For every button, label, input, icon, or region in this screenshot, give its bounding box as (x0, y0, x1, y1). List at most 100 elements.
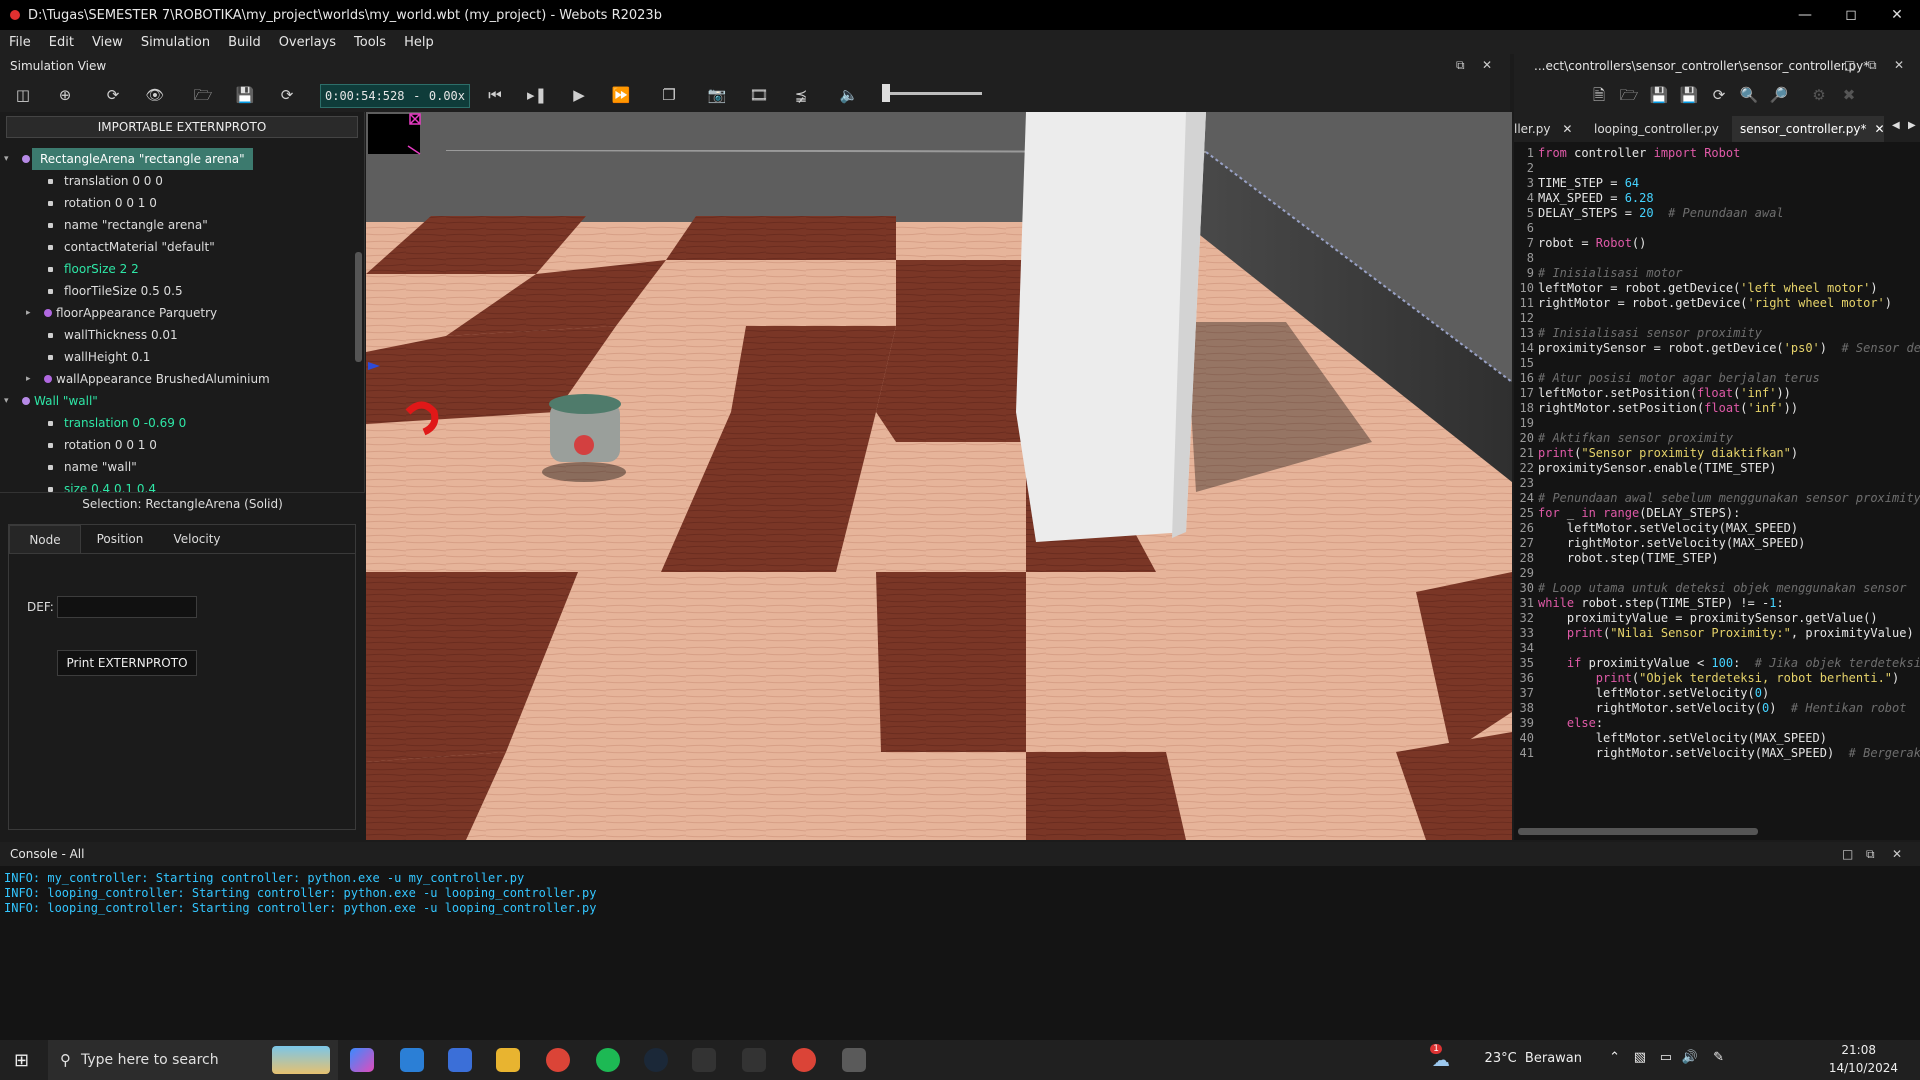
clock-time[interactable]: 21:08 (1841, 1043, 1876, 1057)
editor-horizontal-scrollbar[interactable] (1518, 828, 1758, 835)
scene-tree-node[interactable]: ▸ floorAppearance Parquetry (0, 302, 358, 324)
def-input[interactable] (57, 596, 197, 618)
save-file-icon[interactable]: 💾 (1648, 85, 1670, 105)
menu-file[interactable]: File (0, 35, 40, 50)
mail-icon[interactable] (400, 1048, 424, 1072)
microsoft-store-icon[interactable] (448, 1048, 472, 1072)
add-node-icon[interactable]: ⊕ (54, 85, 76, 105)
epic-games-icon[interactable] (692, 1048, 716, 1072)
scene-tree-scrollbar[interactable] (355, 252, 362, 362)
tab-scroll-left-icon[interactable]: ◀ (1892, 120, 1900, 131)
view-eye-icon[interactable]: 👁 (144, 85, 166, 105)
scene-tree-field[interactable]: rotation 0 0 1 0 (0, 192, 358, 214)
render-toggle-icon[interactable]: ❐ (658, 85, 680, 105)
menu-simulation[interactable]: Simulation (132, 35, 219, 50)
scene-tree-field[interactable]: wallThickness 0.01 (0, 324, 358, 346)
print-externproto-button[interactable]: Print EXTERNPROTO (57, 650, 197, 676)
close-panel-icon[interactable]: ✕ (1482, 58, 1492, 72)
weather-text[interactable]: 23°C Berawan (1485, 1051, 1582, 1066)
reset-simulation-icon[interactable]: ⏮ (484, 85, 506, 105)
tab-file-1[interactable]: ller.py ✕ (1514, 116, 1578, 142)
scene-tree-field[interactable]: wallHeight 0.1 (0, 346, 358, 368)
chevron-right-icon[interactable]: ▸ (26, 302, 38, 324)
open-world-icon[interactable]: 🗁 (192, 85, 214, 105)
menu-tools[interactable]: Tools (345, 35, 395, 50)
console-float-icon[interactable]: ⧉ (1866, 842, 1875, 866)
menu-view[interactable]: View (83, 35, 132, 50)
find-icon[interactable]: 🔍 (1738, 85, 1760, 105)
clock-date[interactable]: 14/10/2024 (1829, 1061, 1898, 1075)
scene-tree-field[interactable]: translation 0 0 0 (0, 170, 358, 192)
network-icon[interactable]: ▧ (1634, 1050, 1646, 1065)
mute-icon[interactable]: 🔈 (838, 85, 860, 105)
maximize-icon[interactable]: ◻ (1828, 0, 1874, 30)
share-icon[interactable]: ⪵ (790, 85, 812, 105)
console-close-icon[interactable]: ✕ (1892, 842, 1902, 866)
float-panel-icon[interactable]: ⧉ (1456, 58, 1465, 73)
restore-viewpoint-icon[interactable]: ⟳ (102, 85, 124, 105)
close-icon[interactable]: ✕ (1874, 0, 1920, 30)
volume-slider[interactable] (882, 92, 982, 95)
open-file-icon[interactable]: 🗁 (1618, 85, 1640, 105)
chrome-profile-icon[interactable] (792, 1048, 816, 1072)
tab-close-icon[interactable]: ✕ (1562, 122, 1572, 136)
chevron-right-icon[interactable]: ▸ (26, 368, 38, 390)
3d-scene-render[interactable] (366, 112, 1512, 840)
console-output[interactable]: INFO: my_controller: Starting controller… (0, 866, 1920, 1040)
tab-close-icon[interactable]: ✕ (1874, 122, 1884, 136)
spotify-icon[interactable] (596, 1048, 620, 1072)
scene-tree-node[interactable]: ▾ Wall "wall" (0, 390, 358, 412)
tab-scroll-right-icon[interactable]: ▶ (1908, 120, 1916, 131)
revert-file-icon[interactable]: ⟳ (1708, 85, 1730, 105)
battery-icon[interactable]: ▭ (1660, 1050, 1672, 1065)
scene-tree-node[interactable]: ▾ RectangleArena "rectangle arena" (0, 148, 358, 170)
record-movie-icon[interactable]: 🎞 (748, 85, 770, 105)
menu-edit[interactable]: Edit (40, 35, 83, 50)
chevron-down-icon[interactable]: ▾ (4, 148, 16, 170)
console-minimize-icon[interactable]: □ (1842, 842, 1853, 866)
scene-tree-field[interactable]: name "wall" (0, 456, 358, 478)
e-puck-robot[interactable] (542, 394, 626, 482)
replace-icon[interactable]: 🔎 (1768, 85, 1790, 105)
copilot-icon[interactable] (350, 1048, 374, 1072)
steam-icon[interactable] (644, 1048, 668, 1072)
menu-overlays[interactable]: Overlays (270, 35, 345, 50)
step-icon[interactable]: ▸❚ (526, 85, 548, 105)
tab-sensor-controller[interactable]: sensor_controller.py* ✕ (1732, 116, 1884, 142)
scene-tree-field[interactable]: rotation 0 0 1 0 (0, 434, 358, 456)
clean-icon[interactable]: ✖ (1838, 85, 1860, 105)
chrome-icon[interactable] (546, 1048, 570, 1072)
editor-minimize-icon[interactable]: □ (1844, 58, 1855, 72)
run-icon[interactable]: ▶ (568, 85, 590, 105)
code-area[interactable]: 1 from controller import Robot 2 3 TIME_STEP… (1514, 146, 1920, 806)
scene-tree-field[interactable]: translation 0 -0.69 0 (0, 412, 358, 434)
new-file-icon[interactable]: 🗎 (1588, 85, 1610, 105)
chevron-down-icon[interactable]: ▾ (4, 390, 16, 412)
tab-node[interactable]: Node (9, 525, 81, 553)
toggle-scene-tree-icon[interactable]: ◫ (12, 85, 34, 105)
save-as-icon[interactable]: 💾 (1678, 85, 1700, 105)
editor-close-icon[interactable]: ✕ (1894, 58, 1904, 72)
scene-tree-node[interactable]: ▸ wallAppearance BrushedAluminium (0, 368, 358, 390)
scene-tree-field[interactable]: floorSize 2 2 (0, 258, 358, 280)
windows-start-icon[interactable]: ⊞ (14, 1050, 29, 1071)
menu-help[interactable]: Help (395, 35, 443, 50)
tab-position[interactable]: Position (85, 525, 155, 553)
volume-slider-handle[interactable] (882, 84, 890, 102)
chevron-up-icon[interactable]: ⌃ (1609, 1050, 1620, 1065)
webots-taskbar-icon[interactable] (842, 1048, 866, 1072)
minimize-icon[interactable]: — (1782, 0, 1828, 30)
fast-forward-icon[interactable]: ⏩ (610, 85, 632, 105)
tab-velocity[interactable]: Velocity (159, 525, 235, 553)
importable-externproto-button[interactable]: IMPORTABLE EXTERNPROTO (6, 116, 358, 138)
3d-view[interactable] (366, 112, 1512, 840)
scene-tree-field[interactable]: contactMaterial "default" (0, 236, 358, 258)
menu-build[interactable]: Build (219, 35, 270, 50)
editor-float-icon[interactable]: ⧉ (1868, 58, 1877, 73)
taskbar-search-box[interactable]: ⚲ Type here to search (48, 1040, 338, 1080)
screenshot-icon[interactable]: 📷 (706, 85, 728, 105)
reload-world-icon[interactable]: ⟳ (276, 85, 298, 105)
build-icon[interactable]: ⚙ (1808, 85, 1830, 105)
volume-icon[interactable]: 🔊 (1682, 1050, 1698, 1065)
pen-icon[interactable]: ✎ (1713, 1050, 1724, 1065)
